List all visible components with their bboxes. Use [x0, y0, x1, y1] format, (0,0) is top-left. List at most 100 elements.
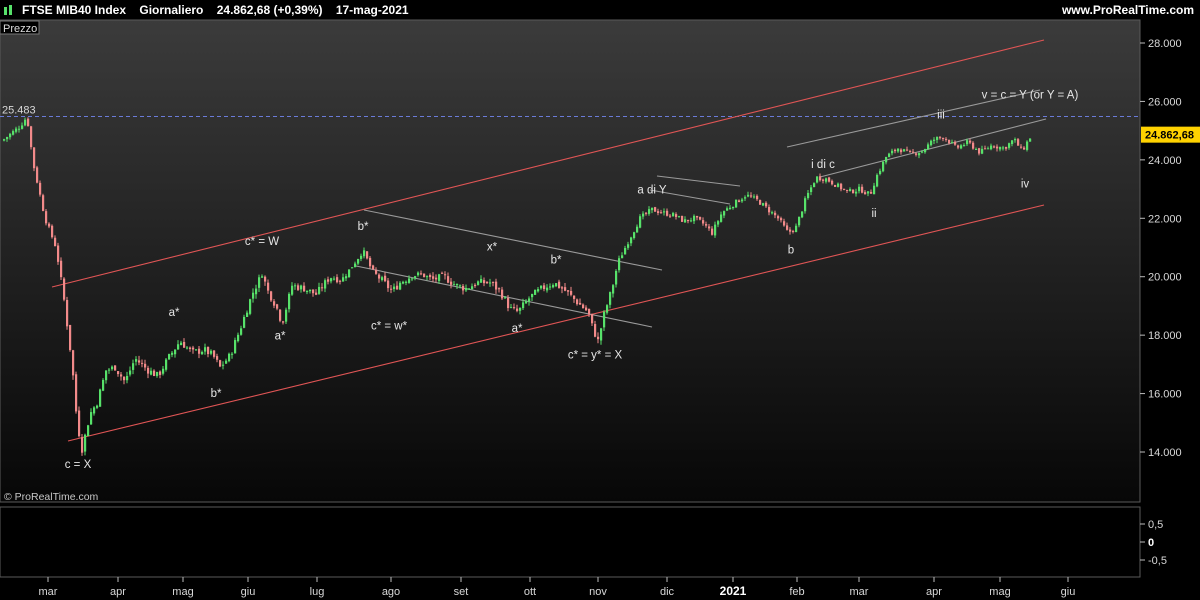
candle-up [798, 216, 801, 226]
candle-up [795, 225, 798, 233]
candle-down [498, 288, 501, 290]
wave-label: iv [1021, 179, 1030, 191]
wave-label: iii [937, 109, 945, 121]
y-axis-label: 20.000 [1148, 272, 1182, 284]
candle-up [354, 263, 357, 268]
candle-up [195, 349, 198, 351]
candle-up [633, 232, 636, 239]
candle-up [546, 287, 549, 291]
candle-down [978, 148, 981, 154]
candle-up [858, 186, 861, 192]
wave-label: a* [512, 323, 523, 335]
candle-up [723, 211, 726, 216]
x-axis-label: mar [39, 586, 58, 598]
candle-down [780, 218, 783, 221]
candle-up [855, 191, 858, 194]
wave-label: ii [871, 208, 876, 220]
candle-up [393, 286, 396, 290]
candle-up [285, 309, 288, 322]
candle-up [90, 412, 93, 425]
candle-up [555, 283, 558, 287]
candle-up [363, 250, 366, 257]
candle-down [423, 273, 426, 278]
wave-label: c* = W [245, 236, 279, 248]
candle-up [258, 277, 261, 288]
candle-down [996, 146, 999, 149]
candle-down [846, 189, 849, 191]
candle-up [342, 277, 345, 282]
candle-down [51, 225, 54, 238]
candle-up [6, 137, 9, 140]
candle-up [405, 281, 408, 283]
candle-up [345, 276, 348, 279]
candle-up [510, 307, 513, 309]
candle-up [111, 366, 114, 370]
candle-down [336, 277, 339, 283]
candle-down [387, 280, 390, 289]
candle-down [297, 285, 300, 290]
wave-label: b [788, 244, 794, 256]
candle-down [435, 277, 438, 280]
candle-down [594, 324, 597, 337]
candle-down [945, 138, 948, 140]
candle-down [75, 374, 78, 412]
candle-up [408, 278, 411, 283]
candle-up [426, 276, 429, 278]
wave-label: v = c = Y (or Y = A) [982, 90, 1079, 102]
candle-up [717, 221, 720, 225]
candle-up [1011, 140, 1014, 145]
candle-up [651, 207, 654, 211]
candle-up [381, 277, 384, 281]
candle-up [885, 156, 888, 163]
candle-up [903, 149, 906, 152]
candle-down [792, 231, 795, 233]
candle-down [588, 308, 591, 315]
candle-up [102, 379, 105, 391]
candle-down [1023, 147, 1026, 150]
candle-down [828, 177, 831, 182]
lower-axis-label: -0,5 [1148, 555, 1167, 567]
candle-up [930, 140, 933, 146]
candle-up [237, 334, 240, 342]
candle-up [234, 340, 237, 354]
candle-down [768, 207, 771, 213]
candle-down [957, 145, 960, 148]
candle-down [699, 216, 702, 220]
candle-up [672, 213, 675, 217]
candle-up [414, 276, 417, 279]
candle-up [741, 199, 744, 202]
candle-down [501, 289, 504, 299]
candle-down [984, 148, 987, 150]
candle-down [45, 211, 48, 224]
candle-down [1005, 147, 1008, 149]
candle-up [762, 203, 765, 206]
candle-up [612, 285, 615, 294]
candle-up [318, 286, 321, 294]
indicator-panel [0, 506, 1141, 578]
candle-up [825, 178, 828, 182]
candle-up [810, 187, 813, 193]
candle-up [246, 312, 249, 317]
candle-up [882, 161, 885, 172]
candle-up [849, 189, 852, 191]
candle-down [1020, 146, 1023, 148]
y-axis-label: 16.000 [1148, 389, 1182, 401]
candle-down [69, 324, 72, 351]
candle-down [567, 290, 570, 292]
candle-up [927, 144, 930, 150]
candle-down [597, 336, 600, 340]
candle-up [225, 360, 228, 364]
candle-down [60, 260, 63, 278]
candle-down [969, 140, 972, 143]
candle-up [411, 278, 414, 280]
candle-up [186, 347, 189, 349]
candle-up [732, 206, 735, 209]
candle-up [177, 344, 180, 350]
candle-up [456, 284, 459, 286]
candle-down [495, 281, 498, 290]
candle-up [549, 286, 552, 288]
price-chart[interactable]: 25.483 c = X a* b* c* = W a* b* x* c* = w* b* a* c… [0, 0, 1200, 600]
wave-label: i di c [811, 159, 835, 171]
candle-down [666, 210, 669, 216]
x-axis-label: mar [850, 586, 869, 598]
